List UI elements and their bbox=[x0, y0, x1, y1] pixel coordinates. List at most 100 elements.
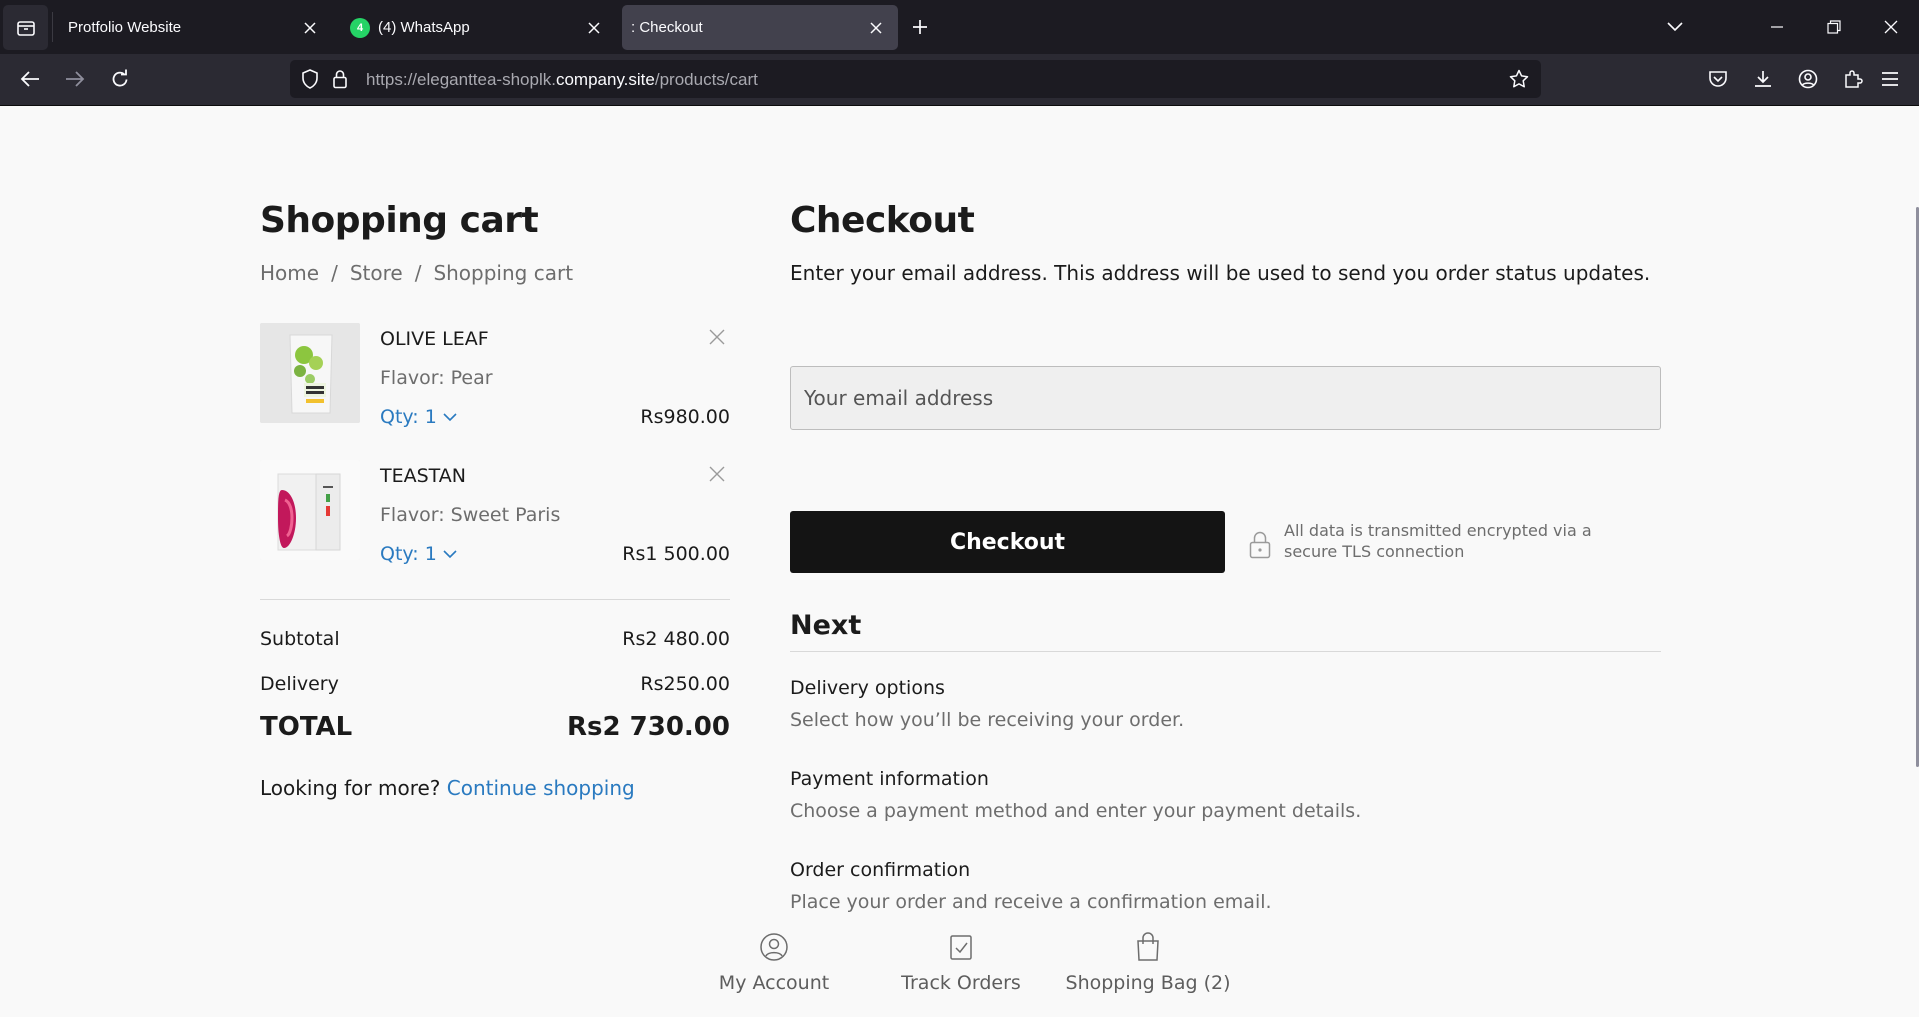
tab-checkout[interactable]: : Checkout bbox=[622, 5, 898, 50]
step-payment-information: Payment information Choose a payment met… bbox=[790, 768, 1661, 822]
quantity-label: Qty: 1 bbox=[380, 406, 437, 428]
remove-item-button[interactable] bbox=[706, 326, 728, 348]
forward-button[interactable] bbox=[58, 62, 92, 96]
close-icon[interactable] bbox=[294, 12, 326, 44]
download-icon bbox=[1755, 71, 1771, 87]
product-image-teastan[interactable] bbox=[260, 460, 360, 560]
close-icon[interactable] bbox=[578, 12, 610, 44]
breadcrumb-store[interactable]: Store bbox=[350, 261, 403, 285]
list-all-tabs-button[interactable] bbox=[1658, 10, 1692, 44]
reload-button[interactable] bbox=[103, 62, 137, 96]
footer-links: My Account Track Orders Shopping Bag (2) bbox=[0, 930, 1919, 1010]
item-name[interactable]: OLIVE LEAF bbox=[380, 328, 489, 350]
breadcrumb-home[interactable]: Home bbox=[260, 261, 319, 285]
close-icon bbox=[709, 466, 725, 482]
arrow-right-icon bbox=[66, 71, 85, 87]
product-image-olive-leaf[interactable] bbox=[260, 323, 360, 423]
continue-shopping-link[interactable]: Continue shopping bbox=[447, 776, 635, 800]
tab-whatsapp[interactable]: 4 (4) WhatsApp bbox=[336, 5, 616, 50]
shopping-bag-link[interactable]: Shopping Bag (2) bbox=[1064, 930, 1232, 994]
checkout-title: Checkout bbox=[790, 200, 975, 241]
close-icon[interactable] bbox=[860, 12, 892, 44]
close-icon bbox=[709, 329, 725, 345]
looking-for-more-text: Looking for more? bbox=[260, 776, 441, 800]
account-button[interactable] bbox=[1791, 62, 1825, 96]
tab-portfolio[interactable]: Protfolio Website bbox=[54, 5, 332, 50]
step-order-confirmation: Order confirmation Place your order and … bbox=[790, 859, 1661, 913]
cart-title: Shopping cart bbox=[260, 200, 539, 241]
window-close-button[interactable] bbox=[1874, 10, 1908, 44]
chevron-down-icon bbox=[443, 412, 457, 421]
back-button[interactable] bbox=[13, 62, 47, 96]
lock-icon[interactable] bbox=[330, 69, 350, 89]
item-flavor: Flavor: Sweet Paris bbox=[380, 504, 561, 526]
delivery-label: Delivery bbox=[260, 673, 339, 695]
url-bar[interactable]: https://eleganttea-shoplk.company.site/p… bbox=[290, 60, 1541, 98]
hamburger-menu-icon bbox=[1882, 72, 1898, 86]
total-row: TOTAL Rs2 730.00 bbox=[260, 712, 730, 742]
item-flavor: Flavor: Pear bbox=[380, 367, 493, 389]
restore-button[interactable] bbox=[1817, 10, 1851, 44]
tab-title: : Checkout bbox=[631, 19, 703, 36]
quantity-selector[interactable]: Qty: 1 bbox=[380, 543, 457, 565]
continue-shopping-line: Looking for more? Continue shopping bbox=[260, 776, 635, 800]
checkout-intro: Enter your email address. This address w… bbox=[790, 261, 1651, 285]
url-text[interactable]: https://eleganttea-shoplk.company.site/p… bbox=[366, 70, 758, 90]
user-circle-icon bbox=[757, 930, 791, 964]
subtotal-row: Subtotal Rs2 480.00 bbox=[260, 628, 730, 650]
url-path: /products/cart bbox=[654, 70, 758, 89]
url-domain: company.site bbox=[555, 70, 655, 89]
step-delivery-options: Delivery options Select how you’ll be re… bbox=[790, 677, 1661, 731]
reload-icon bbox=[112, 69, 128, 87]
breadcrumb-current: Shopping cart bbox=[433, 261, 574, 285]
total-value: Rs2 730.00 bbox=[567, 712, 730, 742]
step-description: Select how you’ll be receiving your orde… bbox=[790, 709, 1185, 731]
item-name[interactable]: TEASTAN bbox=[380, 465, 466, 487]
restore-icon bbox=[1827, 20, 1841, 34]
bookmark-star-icon[interactable] bbox=[1509, 69, 1529, 89]
secure-note-text: All data is transmitted encrypted via a … bbox=[1284, 521, 1592, 561]
tab-manager-button[interactable] bbox=[3, 5, 48, 50]
tab-separator bbox=[52, 12, 53, 42]
pocket-button[interactable] bbox=[1701, 62, 1735, 96]
summary-divider bbox=[260, 599, 730, 600]
next-divider bbox=[790, 651, 1661, 652]
page-content: Shopping cart Home / Store / Shopping ca… bbox=[0, 107, 1919, 1017]
step-description: Choose a payment method and enter your p… bbox=[790, 800, 1362, 822]
delivery-value: Rs250.00 bbox=[640, 673, 730, 695]
puzzle-icon bbox=[1845, 70, 1863, 88]
checkout-button[interactable]: Checkout bbox=[790, 511, 1225, 573]
arrow-left-icon bbox=[20, 71, 39, 87]
step-title: Delivery options bbox=[790, 677, 945, 699]
remove-item-button[interactable] bbox=[706, 463, 728, 485]
checkout-panel: Checkout Enter your email address. This … bbox=[790, 200, 1661, 913]
footer-link-label: My Account bbox=[718, 972, 830, 994]
quantity-selector[interactable]: Qty: 1 bbox=[380, 406, 457, 428]
new-tab-button[interactable] bbox=[905, 12, 935, 42]
footer-link-label: Shopping Bag (2) bbox=[1065, 972, 1231, 994]
shield-icon[interactable] bbox=[300, 69, 320, 89]
chevron-down-icon bbox=[1667, 22, 1683, 32]
my-account-link[interactable]: My Account bbox=[714, 930, 834, 994]
track-orders-link[interactable]: Track Orders bbox=[895, 930, 1027, 994]
shopping-bag-icon bbox=[1131, 930, 1165, 964]
next-steps-title: Next bbox=[790, 610, 862, 641]
downloads-button[interactable] bbox=[1746, 62, 1780, 96]
navigation-toolbar: https://eleganttea-shoplk.company.site/p… bbox=[0, 54, 1919, 106]
total-label: TOTAL bbox=[260, 712, 353, 742]
menu-button[interactable] bbox=[1873, 62, 1907, 96]
shopping-cart-panel: Shopping cart Home / Store / Shopping ca… bbox=[260, 200, 730, 800]
secure-connection-note: All data is transmitted encrypted via a … bbox=[1248, 520, 1608, 562]
step-title: Payment information bbox=[790, 768, 989, 790]
cart-item: TEASTAN Flavor: Sweet Paris Qty: 1 Rs1 5… bbox=[260, 460, 730, 565]
extensions-button[interactable] bbox=[1836, 62, 1870, 96]
email-field[interactable] bbox=[790, 366, 1661, 430]
item-price: Rs1 500.00 bbox=[622, 543, 730, 565]
tab-title: Protfolio Website bbox=[68, 19, 182, 36]
lock-icon bbox=[1249, 531, 1271, 559]
subtotal-value: Rs2 480.00 bbox=[622, 628, 730, 650]
chevron-down-icon bbox=[443, 549, 457, 558]
whatsapp-icon: 4 bbox=[350, 17, 370, 38]
minimize-button[interactable] bbox=[1760, 10, 1794, 44]
cart-item: OLIVE LEAF Flavor: Pear Qty: 1 Rs980.00 bbox=[260, 323, 730, 428]
